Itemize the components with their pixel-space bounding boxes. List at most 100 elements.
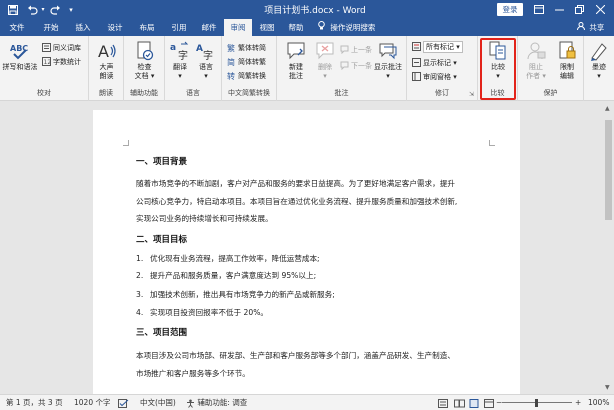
share-button[interactable]: 共享 bbox=[577, 19, 604, 36]
zoom-slider-thumb[interactable] bbox=[535, 399, 538, 407]
chevron-down-icon[interactable]: ▾ bbox=[39, 3, 47, 16]
spelling-grammar-button[interactable]: ABC 拼写和语法 bbox=[2, 40, 38, 72]
accessibility-check-icon bbox=[134, 40, 156, 62]
restore-icon[interactable] bbox=[571, 2, 587, 17]
language-button[interactable]: A字 语言 ▾ bbox=[194, 40, 218, 81]
group-proofing: ABC 拼写和语法 同义词库 12 字数统计 校对 bbox=[0, 36, 89, 101]
tab-mailings[interactable]: 邮件 bbox=[196, 19, 222, 36]
show-comments-button[interactable]: 显示批注 ▾ bbox=[372, 40, 404, 81]
group-comments: 新建 批注 删除 ▾ 上一条 下一条 显示批注 ▾ 批注 bbox=[277, 36, 407, 101]
save-icon[interactable] bbox=[6, 3, 20, 16]
group-chinese-conversion: 繁 繁体转简 简 简体转繁 转 简繁转换 中文简繁转换 bbox=[222, 36, 277, 101]
word-count[interactable]: 1020 个字 bbox=[74, 395, 110, 410]
simp-to-trad-button[interactable]: 简 简体转繁 bbox=[226, 56, 267, 67]
word-count-label: 字数统计 bbox=[53, 57, 81, 66]
ribbon-display-icon[interactable] bbox=[531, 2, 547, 17]
trad-to-simp-button[interactable]: 繁 繁体转简 bbox=[226, 42, 267, 53]
show-comments-label: 显示批注 bbox=[374, 63, 402, 71]
scroll-down-icon[interactable]: ▼ bbox=[605, 384, 610, 391]
tab-file[interactable]: 文件 bbox=[4, 19, 30, 36]
tab-references[interactable]: 引用 bbox=[166, 19, 192, 36]
paragraph-line: 实现公司业务的持续增长和可持续发展。 bbox=[136, 214, 273, 223]
zoom-in-icon[interactable]: + bbox=[575, 395, 581, 410]
lightbulb-icon bbox=[318, 19, 328, 36]
tab-help[interactable]: 帮助 bbox=[283, 19, 309, 36]
show-comments-icon bbox=[377, 40, 399, 62]
convert-button[interactable]: 转 简繁转换 bbox=[226, 70, 267, 81]
translate-button[interactable]: a字 翻译 ▾ bbox=[168, 40, 192, 81]
tab-insert[interactable]: 插入 bbox=[70, 19, 96, 36]
web-layout-icon[interactable] bbox=[484, 395, 494, 410]
thesaurus-icon bbox=[41, 43, 51, 53]
reviewing-pane-button[interactable]: 审阅窗格 ▾ bbox=[411, 71, 457, 82]
read-aloud-icon: A bbox=[96, 40, 118, 62]
title-bar: ▾ ▾ 项目计划书.docx - Word 登录 bbox=[0, 0, 614, 19]
list-item: 2. 提升产品和服务质量，客户满意度达到 95%以上; bbox=[136, 271, 317, 280]
customize-quick-access-icon[interactable]: ▾ bbox=[66, 3, 76, 16]
margin-corner-tl bbox=[123, 140, 129, 146]
minimize-icon[interactable] bbox=[551, 2, 567, 17]
group-language: a字 翻译 ▾ A字 语言 ▾ 语言 bbox=[165, 36, 222, 101]
svg-text:a: a bbox=[170, 43, 176, 53]
svg-text:12: 12 bbox=[43, 59, 51, 66]
accessibility-status-label: 辅助功能: 调查 bbox=[197, 398, 248, 407]
simp-to-trad-icon: 简 bbox=[226, 57, 236, 67]
heading-goals: 二、项目目标 bbox=[136, 235, 188, 245]
margin-corner-tr bbox=[489, 140, 495, 146]
login-button[interactable]: 登录 bbox=[497, 3, 523, 16]
read-aloud-label-2: 朗读 bbox=[99, 72, 114, 80]
tab-review[interactable]: 审阅 bbox=[224, 19, 252, 36]
focus-mode-icon[interactable] bbox=[438, 395, 448, 410]
tell-me-search[interactable]: 操作说明搜索 bbox=[318, 19, 375, 36]
hide-ink-chevron-icon: ▾ bbox=[597, 72, 601, 80]
document-canvas[interactable]: 一、项目背景 随着市场竞争的不断加剧，客户对产品和服务的要求日益提高。为了更好地… bbox=[0, 102, 614, 394]
previous-comment-button[interactable]: 上一条 bbox=[339, 44, 372, 55]
accessibility-status[interactable]: 辅助功能: 调查 bbox=[186, 395, 247, 410]
tab-design[interactable]: 设计 bbox=[102, 19, 128, 36]
redo-icon[interactable] bbox=[48, 3, 62, 16]
markup-select-value[interactable]: 所有标记 ▾ bbox=[423, 40, 463, 53]
check-accessibility-button[interactable]: 检查 文档 ▾ bbox=[130, 40, 159, 81]
compare-highlight-box bbox=[480, 38, 516, 100]
new-comment-button[interactable]: 新建 批注 bbox=[281, 40, 311, 81]
previous-comment-icon bbox=[339, 45, 349, 55]
restrict-editing-label-2: 编辑 bbox=[560, 72, 574, 80]
tab-home[interactable]: 开始 bbox=[38, 19, 64, 36]
dialog-launcher-icon[interactable]: ⇲ bbox=[469, 91, 474, 98]
close-icon[interactable] bbox=[592, 2, 608, 17]
new-comment-label-2: 批注 bbox=[289, 72, 303, 80]
language-status[interactable]: 中文(中国) bbox=[140, 395, 176, 410]
next-comment-button[interactable]: 下一条 bbox=[339, 60, 372, 71]
show-markup-button[interactable]: 显示标记 ▾ bbox=[411, 57, 457, 68]
read-aloud-label-1: 大声 bbox=[99, 63, 114, 71]
check-doc-label-1: 检查 bbox=[137, 63, 152, 71]
proofing-status-icon[interactable] bbox=[118, 395, 129, 410]
scroll-up-icon[interactable]: ▲ bbox=[605, 105, 610, 112]
group-accessibility: 检查 文档 ▾ 辅助功能 bbox=[124, 36, 165, 101]
print-layout-icon[interactable] bbox=[469, 395, 479, 410]
read-mode-icon[interactable] bbox=[454, 395, 465, 410]
block-authors-button[interactable]: 阻止 作者 ▾ bbox=[521, 40, 551, 81]
reviewing-pane-icon bbox=[411, 72, 421, 82]
word-count-button[interactable]: 12 字数统计 bbox=[41, 56, 81, 67]
scrollbar-thumb[interactable] bbox=[605, 120, 612, 220]
list-item: 3. 加强技术创新，推出具有市场竞争力的新产品或新服务; bbox=[136, 290, 335, 299]
tab-view[interactable]: 视图 bbox=[254, 19, 280, 36]
markup-select[interactable]: 所有标记 ▾ bbox=[411, 40, 463, 53]
hide-ink-button[interactable]: 墨迹 ▾ bbox=[585, 40, 613, 81]
vertical-scrollbar[interactable]: ▲ ▼ bbox=[603, 102, 614, 394]
hide-ink-icon bbox=[588, 40, 610, 62]
zoom-level[interactable]: 100% bbox=[588, 395, 609, 410]
tab-layout[interactable]: 布局 bbox=[134, 19, 160, 36]
svg-text:转: 转 bbox=[227, 71, 235, 80]
undo-icon[interactable] bbox=[25, 3, 39, 16]
restrict-editing-button[interactable]: 限制 编辑 bbox=[552, 40, 582, 81]
group-ink: 墨迹 ▾ bbox=[584, 36, 614, 101]
svg-text:简: 简 bbox=[227, 57, 235, 66]
accessibility-person-icon bbox=[186, 398, 197, 408]
convert-label: 简繁转换 bbox=[238, 71, 266, 80]
page-count[interactable]: 第 1 页，共 3 页 bbox=[6, 395, 63, 410]
delete-comment-button[interactable]: 删除 ▾ bbox=[313, 40, 337, 81]
read-aloud-button[interactable]: A 大声 朗读 bbox=[92, 40, 121, 81]
thesaurus-button[interactable]: 同义词库 bbox=[41, 42, 81, 53]
